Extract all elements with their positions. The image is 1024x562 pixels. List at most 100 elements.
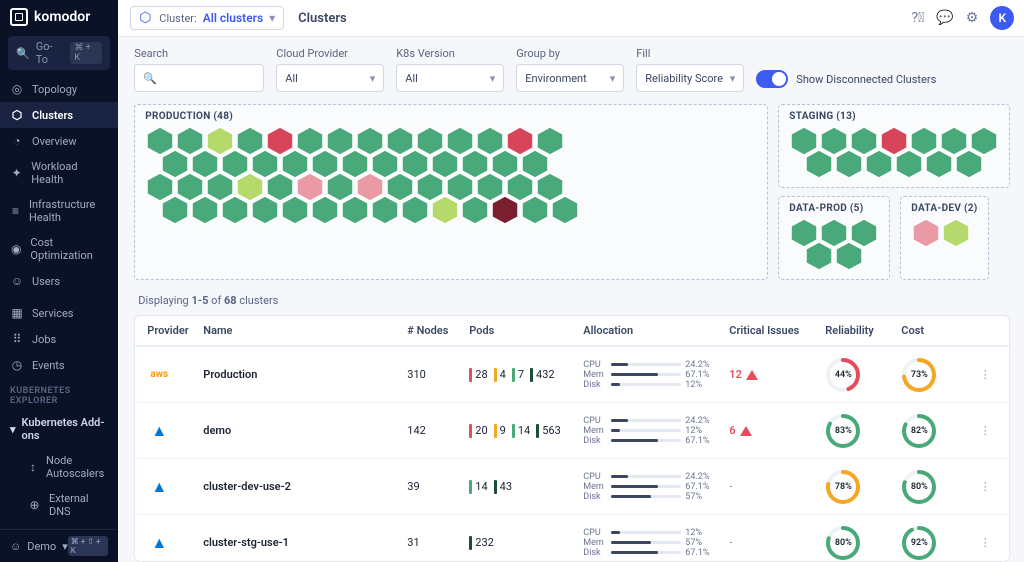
fill-select[interactable]: Reliability Score▾ [636,64,744,92]
sidebar-item-node-autoscalers[interactable]: ↕ Node Autoscalers [0,448,118,486]
cloud-select[interactable]: All▾ [276,64,384,92]
row-menu-button[interactable]: ⋮ [973,368,997,381]
sidebar-item-label: Jobs [32,333,56,346]
sidebar-item-jobs[interactable]: ⠿ Jobs [0,326,118,352]
k8s-label: K8s Version [396,47,504,60]
sidebar-item-label: Topology [32,83,77,96]
sidebar-item-topology[interactable]: ◎ Topology [0,76,118,102]
cluster-hex[interactable] [490,195,520,225]
gauge: 80% [825,525,861,561]
cluster-hex[interactable] [834,241,864,271]
sidebar-item-label: Overview [32,135,77,148]
sidebar-item-events[interactable]: ◷ Events [0,352,118,378]
cluster-name: demo [203,424,403,437]
warning-icon [746,370,758,380]
row-menu-button[interactable]: ⋮ [973,424,997,437]
cluster-hex[interactable] [190,195,220,225]
sidebar-item-clusters[interactable]: ⬡ Clusters [0,102,118,128]
group-datadev: DATA-DEV (2) [900,196,988,280]
cluster-hex[interactable] [941,218,971,248]
th-cost[interactable]: Cost [901,324,969,337]
cluster-hex[interactable] [310,195,340,225]
sidebar-item-external-dns[interactable]: ⊕ External DNS [0,486,118,524]
sidebar-item-label: Events [32,359,65,372]
chat-icon[interactable]: 💬 [936,10,953,26]
sidebar-item-users[interactable]: ☺ Users [0,268,118,294]
cluster-selector[interactable]: ⬡ Cluster: All clusters ▾ [130,6,284,30]
cluster-hex[interactable] [520,195,550,225]
group-title: PRODUCTION (48) [145,111,757,122]
displaying-count: Displaying 1-5 of 68 clusters [118,288,1024,315]
cluster-hex[interactable] [804,149,834,179]
sidebar: komodor 🔍 Go-To ⌘ + K ◎ Topology ⬡ Clust… [0,0,118,562]
table-row[interactable]: ▲ demo 142 20914563 CPU24.2%Mem12%Disk67… [135,402,1009,458]
services-icon: ▦ [10,306,24,320]
group-title: DATA-DEV (2) [911,203,977,214]
goto-search[interactable]: 🔍 Go-To ⌘ + K [8,36,110,70]
th-provider[interactable]: Provider [147,324,199,337]
th-pods[interactable]: Pods [469,324,579,337]
events-icon: ◷ [10,358,24,372]
cluster-hex[interactable] [550,195,580,225]
help-icon[interactable]: ?⃝ [911,10,924,26]
cluster-hex[interactable] [834,149,864,179]
azure-icon: ▲ [147,423,171,439]
filter-bar: Search 🔍 Cloud Provider All▾ K8s Version… [118,37,1024,104]
cluster-hex[interactable] [160,195,190,225]
cluster-hex[interactable] [460,195,490,225]
sidebar-item-services[interactable]: ▦ Services [0,300,118,326]
gear-icon[interactable]: ⚙ [966,10,979,26]
cluster-hex[interactable] [340,195,370,225]
sidebar-item-infrastructure-health[interactable]: ≡ Infrastructure Health [0,192,118,230]
cluster-hex[interactable] [280,195,310,225]
th-reliability[interactable]: Reliability [825,324,897,337]
th-name[interactable]: Name [203,324,403,337]
sidebar-item-workload-health[interactable]: ✦ Workload Health [0,154,118,192]
clusters-icon: ⬡ [10,108,24,122]
cluster-hex[interactable] [954,149,984,179]
toggle-label: Show Disconnected Clusters [796,73,936,86]
sidebar-item-overview[interactable]: ◔ Overview [0,128,118,154]
chevron-down-icon: ▾ [269,11,275,25]
users-icon: ☺ [10,274,24,288]
cluster-hex[interactable] [804,241,834,271]
sidebar-footer[interactable]: ☺ Demo ▾ ⌘ + ⇧ + K [0,529,118,562]
topbar: ⬡ Cluster: All clusters ▾ Clusters ?⃝ 💬 … [118,0,1024,37]
cluster-hex[interactable] [400,195,430,225]
cluster-hex[interactable] [250,195,280,225]
critical-badge: 6 [729,424,821,437]
row-menu-button[interactable]: ⋮ [973,536,997,549]
cluster-name: cluster-stg-use-1 [203,536,403,549]
k8s-select[interactable]: All▾ [396,64,504,92]
brand-logo[interactable]: komodor [0,0,118,34]
sidebar-item-label: Infrastructure Health [29,198,108,224]
th-allocation[interactable]: Allocation [583,324,725,337]
logo-icon [10,8,28,26]
group-select[interactable]: Environment▾ [516,64,624,92]
cluster-groups: PRODUCTION (48) STAGING (13) DATA-PROD (… [118,104,1024,288]
cluster-hex[interactable] [430,195,460,225]
cluster-hex[interactable] [894,149,924,179]
node-count: 142 [407,424,465,437]
cluster-hex[interactable] [864,149,894,179]
addons-group[interactable]: ▾ Kubernetes Add-ons [0,410,118,448]
gauge: 92% [901,525,937,561]
avatar[interactable]: K [990,6,1014,30]
sidebar-item-cost-optimization[interactable]: ◉ Cost Optimization [0,230,118,268]
cluster-hex[interactable] [370,195,400,225]
disconnected-toggle[interactable] [756,70,788,88]
cluster-hex[interactable] [911,218,941,248]
group-dataprod: DATA-PROD (5) [778,196,890,280]
fill-label: Fill [636,47,744,60]
table-row[interactable]: ▲ cluster-dev-use-2 39 1443 CPU24.2%Mem6… [135,458,1009,514]
table-row[interactable]: aws Production 310 2847432 CPU24.2%Mem67… [135,346,1009,402]
goto-placeholder: Go-To [36,40,65,66]
cluster-hex[interactable] [924,149,954,179]
th-critical[interactable]: Critical Issues [729,324,821,337]
row-menu-button[interactable]: ⋮ [973,480,997,493]
th-nodes[interactable]: # Nodes [407,324,465,337]
search-input[interactable]: 🔍 [134,64,264,92]
table-row[interactable]: ▲ cluster-stg-use-1 31 232 CPU12%Mem57%D… [135,514,1009,562]
addons-label: Kubernetes Add-ons [22,416,109,442]
cluster-hex[interactable] [220,195,250,225]
